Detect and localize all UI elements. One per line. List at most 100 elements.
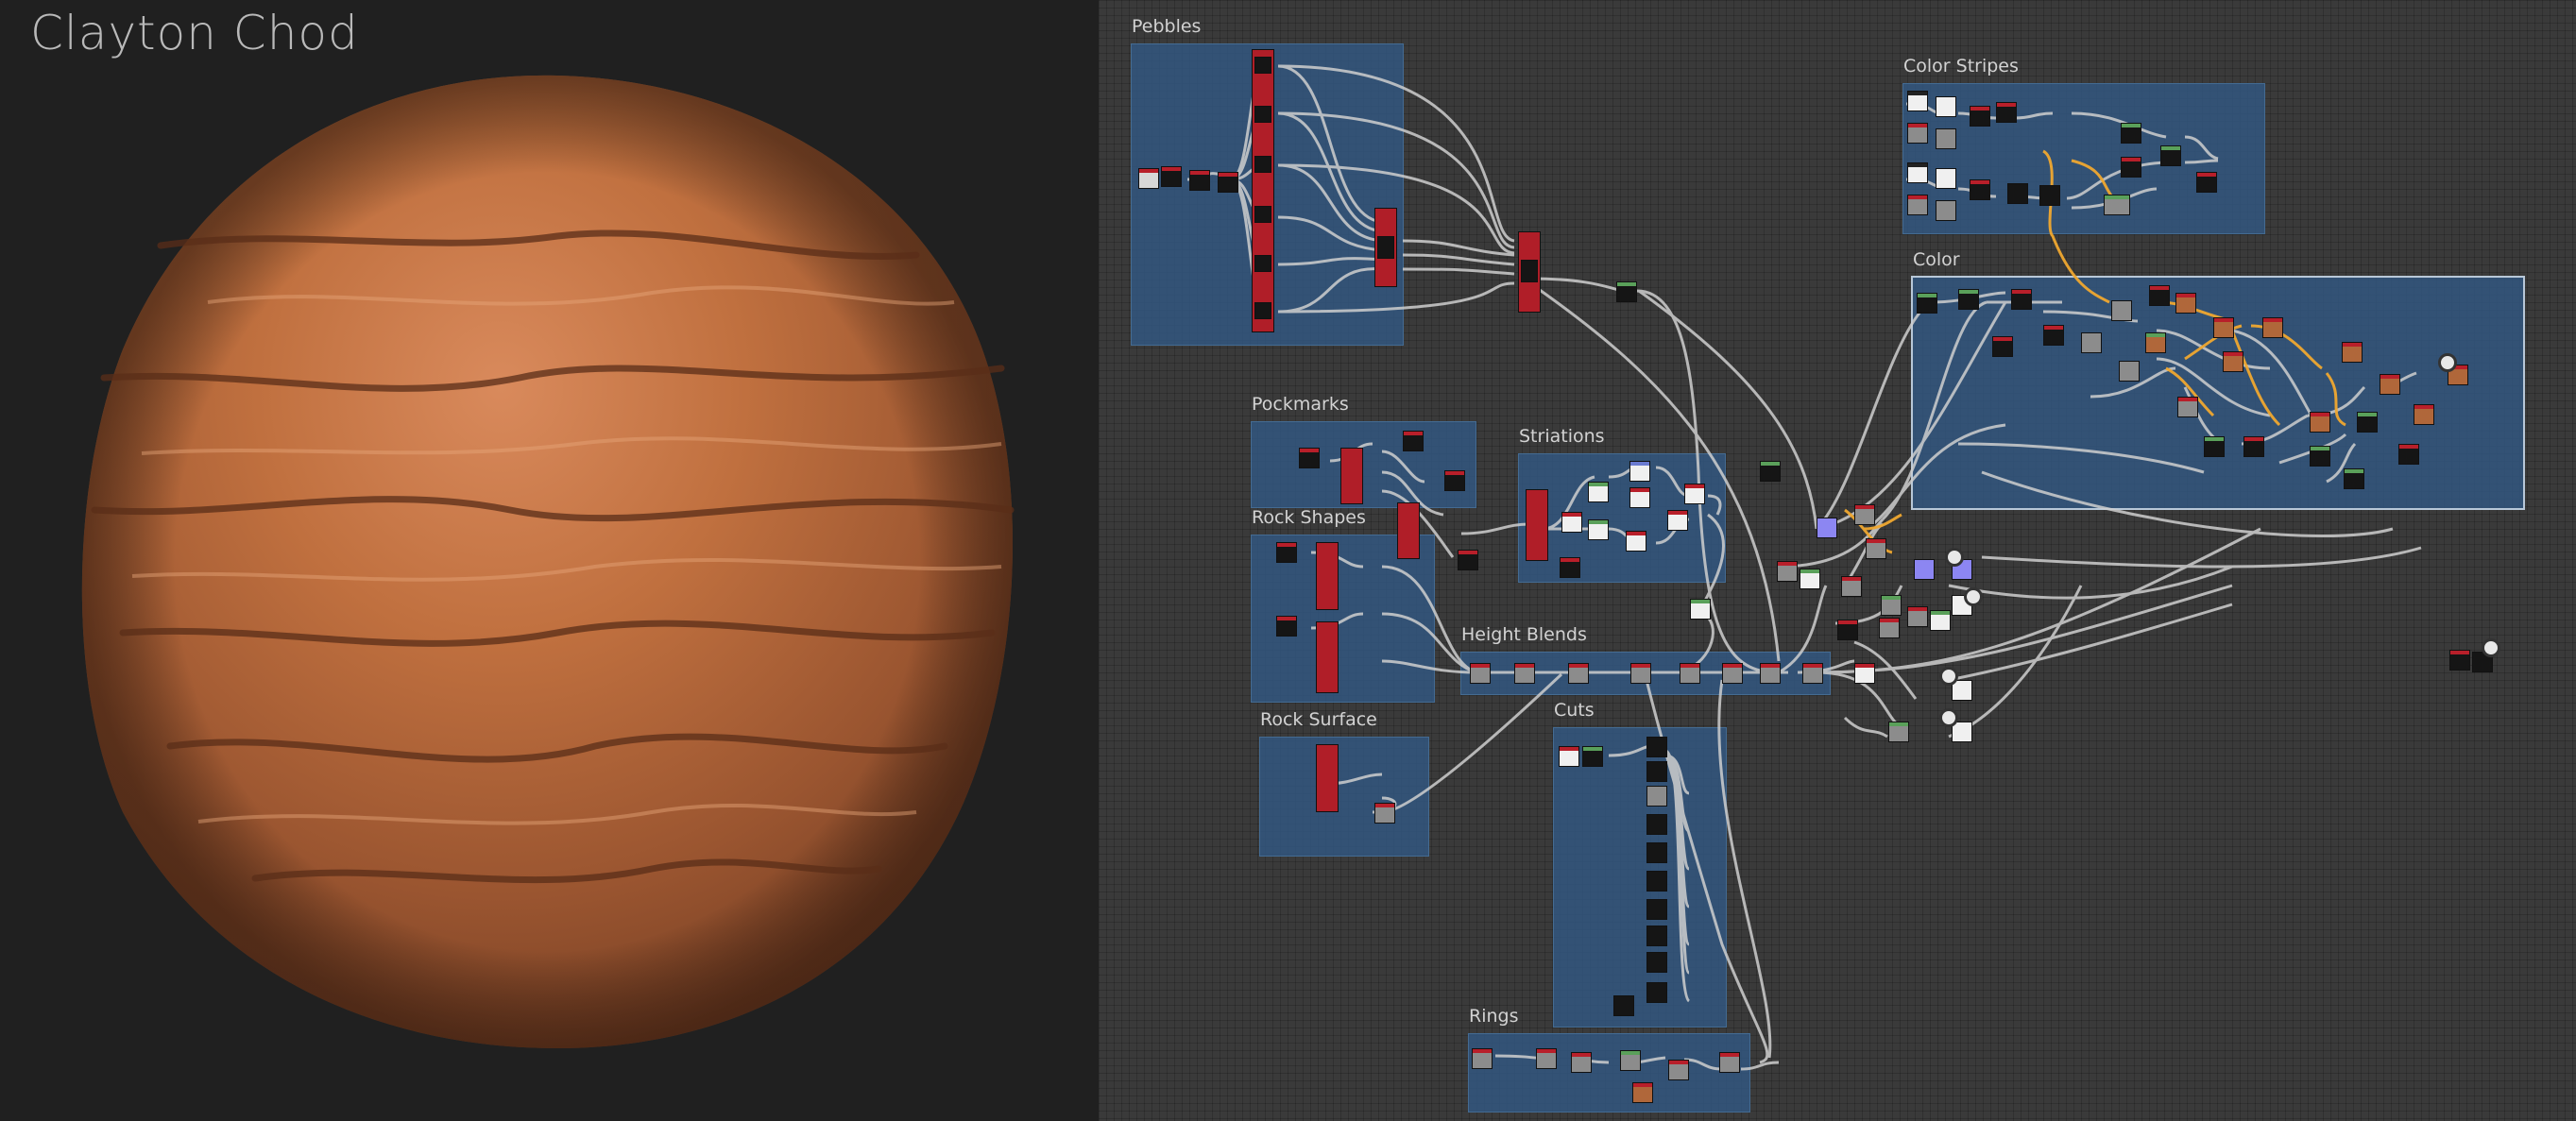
graph-node[interactable] (1646, 871, 1667, 892)
graph-node[interactable] (1907, 606, 1928, 627)
graph-node[interactable] (1254, 106, 1271, 123)
graph-node[interactable] (1189, 170, 1210, 191)
graph-node[interactable] (1616, 281, 1637, 302)
graph-node[interactable] (1571, 1052, 1592, 1073)
graph-node[interactable] (1620, 1050, 1641, 1071)
graph-node[interactable] (1907, 195, 1928, 215)
graph-node[interactable] (2449, 650, 2470, 671)
graph-node[interactable] (1161, 166, 1182, 187)
material-preview-viewport[interactable]: Clayton Chod (0, 0, 1099, 1121)
graph-node[interactable] (1526, 489, 1548, 561)
graph-node[interactable] (1800, 569, 1820, 589)
graph-node[interactable] (2414, 404, 2434, 425)
graph-node[interactable] (2357, 412, 2378, 433)
graph-node[interactable] (1879, 618, 1900, 638)
graph-node[interactable] (1888, 722, 1909, 742)
graph-node[interactable] (1299, 448, 1320, 468)
graph-node[interactable] (1760, 663, 1781, 684)
output-node-icon[interactable] (2482, 638, 2500, 657)
graph-node[interactable] (1854, 504, 1875, 525)
graph-node[interactable] (1646, 899, 1667, 920)
graph-node[interactable] (1613, 995, 1634, 1016)
graph-node[interactable] (1668, 1060, 1689, 1080)
graph-node[interactable] (2121, 123, 2141, 144)
graph-node[interactable] (1403, 431, 1424, 451)
graph-node[interactable] (1970, 179, 1990, 200)
graph-node[interactable] (1559, 746, 1579, 767)
graph-node[interactable] (2111, 300, 2132, 321)
graph-node[interactable] (1970, 106, 1990, 127)
graph-node[interactable] (1996, 102, 2017, 123)
graph-node[interactable] (1646, 737, 1667, 757)
graph-node[interactable] (1218, 172, 1238, 193)
graph-node[interactable] (2175, 293, 2196, 314)
graph-node[interactable] (1992, 336, 2013, 357)
graph-node[interactable] (2344, 468, 2364, 489)
graph-node[interactable] (1377, 236, 1394, 259)
graph-node[interactable] (1340, 448, 1363, 504)
graph-node[interactable] (1722, 663, 1743, 684)
graph-node[interactable] (2121, 157, 2141, 178)
graph-node[interactable] (1837, 620, 1858, 640)
graph-node[interactable] (1936, 200, 1956, 221)
graph-node[interactable] (1646, 952, 1667, 973)
graph-node[interactable] (1536, 1048, 1557, 1069)
graph-node[interactable] (1629, 461, 1650, 482)
graph-node[interactable] (1646, 982, 1667, 1003)
graph-node[interactable] (1561, 512, 1582, 533)
graph-node[interactable] (1777, 561, 1798, 582)
graph-node[interactable] (1866, 538, 1886, 559)
graph-node[interactable] (2039, 185, 2060, 206)
graph-node[interactable] (1958, 289, 1979, 310)
graph-node[interactable] (1316, 542, 1339, 610)
graph-node[interactable] (1914, 559, 1935, 580)
graph-node[interactable] (1472, 1048, 1493, 1069)
output-node-icon[interactable] (1964, 587, 1983, 606)
graph-node[interactable] (1760, 461, 1781, 482)
graph-node[interactable] (1316, 621, 1339, 693)
graph-node[interactable] (1397, 502, 1420, 559)
graph-node[interactable] (1629, 487, 1650, 508)
graph-node[interactable] (1680, 663, 1700, 684)
graph-node[interactable] (1646, 786, 1667, 807)
graph-node[interactable] (2104, 195, 2130, 215)
graph-node[interactable] (2310, 446, 2330, 467)
graph-node[interactable] (1802, 663, 1823, 684)
graph-node[interactable] (2145, 332, 2166, 353)
graph-node[interactable] (1646, 842, 1667, 863)
graph-node[interactable] (2213, 317, 2234, 338)
graph-node[interactable] (1632, 1082, 1653, 1103)
material-sphere-preview[interactable] (66, 66, 1049, 1058)
graph-node[interactable] (1252, 49, 1274, 332)
graph-node[interactable] (1917, 293, 1937, 314)
graph-node[interactable] (2007, 183, 2028, 204)
graph-node[interactable] (2160, 145, 2181, 166)
graph-node[interactable] (2119, 361, 2140, 382)
graph-node[interactable] (2081, 332, 2102, 353)
graph-node[interactable] (1881, 595, 1902, 616)
graph-node[interactable] (1936, 168, 1956, 189)
graph-node[interactable] (2310, 412, 2330, 433)
output-node-icon[interactable] (1945, 548, 1964, 567)
graph-node[interactable] (1254, 57, 1271, 74)
graph-node[interactable] (1276, 616, 1297, 637)
graph-node[interactable] (1254, 156, 1271, 173)
graph-node[interactable] (1588, 519, 1609, 540)
graph-node[interactable] (1316, 744, 1339, 812)
graph-node[interactable] (1907, 123, 1928, 144)
graph-node[interactable] (1521, 260, 1538, 282)
graph-node[interactable] (1254, 302, 1271, 319)
graph-node[interactable] (1138, 168, 1159, 189)
graph-node[interactable] (1626, 531, 1646, 552)
graph-node[interactable] (2262, 317, 2283, 338)
graph-node[interactable] (1560, 557, 1580, 578)
graph-node[interactable] (2342, 342, 2363, 363)
graph-node[interactable] (1907, 162, 1928, 183)
graph-node[interactable] (1646, 761, 1667, 782)
graph-node[interactable] (1719, 1052, 1740, 1073)
graph-node[interactable] (2177, 397, 2198, 417)
graph-node[interactable] (2011, 289, 2032, 310)
graph-node[interactable] (1568, 663, 1589, 684)
graph-node[interactable] (1514, 663, 1535, 684)
graph-node[interactable] (2149, 285, 2170, 306)
